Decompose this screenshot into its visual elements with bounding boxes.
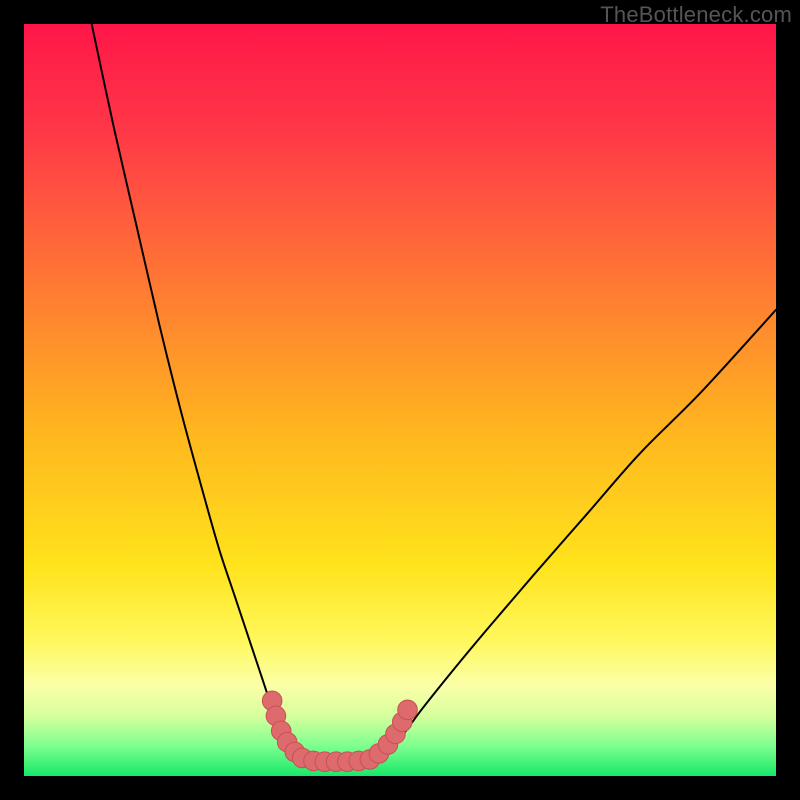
chart-background [24, 24, 776, 776]
marker-dot [398, 700, 418, 720]
chart-svg [24, 24, 776, 776]
outer-frame: TheBottleneck.com [0, 0, 800, 800]
plot-area [24, 24, 776, 776]
watermark-text: TheBottleneck.com [600, 2, 792, 28]
